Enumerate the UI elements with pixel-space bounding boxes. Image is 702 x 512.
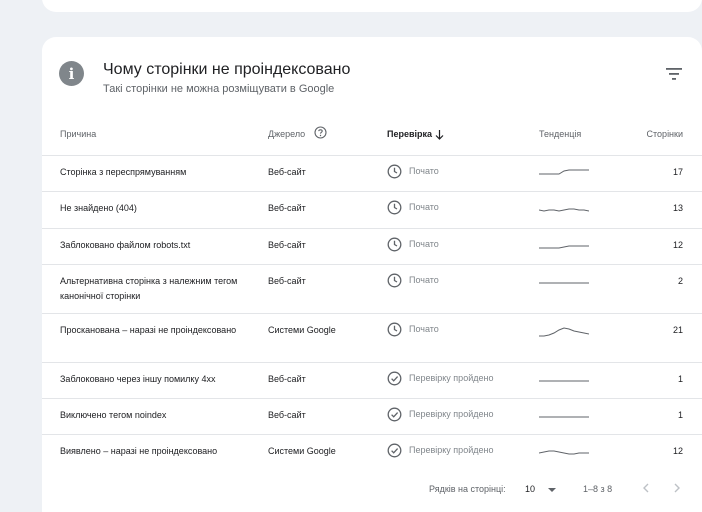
row-cause: Заблоковано через іншу помилку 4xx: [60, 374, 216, 384]
row-status: Почато: [387, 164, 439, 179]
table-row[interactable]: Сторінка з переспрямуванням Веб-сайт Почат…: [42, 155, 702, 191]
column-header-source[interactable]: Джерело: [268, 129, 305, 139]
column-header-trend: Тенденція: [539, 129, 582, 139]
column-header-pages[interactable]: Сторінки: [647, 129, 683, 139]
row-cause: Заблоковано файлом robots.txt: [60, 240, 191, 250]
info-icon: i: [59, 61, 84, 86]
row-status: Почато: [387, 237, 439, 252]
row-status: Почато: [387, 200, 439, 215]
trend-sparkline: [539, 450, 589, 455]
row-pages-count: 1: [677, 374, 683, 384]
help-circle-icon[interactable]: [314, 126, 327, 139]
table-row[interactable]: Виключено тегом noindex Веб-сайт Перевірку…: [42, 398, 702, 434]
rows-per-page-label: Рядків на сторінці:: [429, 484, 506, 494]
row-status: Перевірку пройдено: [387, 371, 493, 386]
row-source: Веб-сайт: [268, 240, 306, 250]
clock-icon: [387, 273, 409, 288]
check-circle-icon: [387, 407, 409, 422]
row-pages-count: 13: [672, 203, 683, 213]
clock-icon: [387, 200, 409, 215]
trend-sparkline: [539, 416, 589, 418]
trend-sparkline: [539, 282, 589, 284]
row-source: Веб-сайт: [268, 410, 306, 420]
column-header-validation[interactable]: Перевірка: [387, 129, 432, 139]
column-header-cause[interactable]: Причина: [60, 129, 96, 139]
row-status-label: Почато: [409, 324, 439, 334]
row-status-label: Почато: [409, 202, 439, 212]
clock-icon: [387, 237, 409, 252]
row-status-label: Перевірку пройдено: [409, 445, 494, 455]
chevron-left-icon[interactable]: [639, 481, 653, 495]
chevron-right-icon[interactable]: [670, 481, 684, 495]
clock-icon: [387, 164, 409, 179]
trend-sparkline: [539, 327, 589, 337]
table-row[interactable]: Альтернативна сторінка з належним тегом …: [42, 264, 702, 313]
row-status: Почато: [387, 322, 439, 337]
not-indexed-card: i Чому сторінки не проіндексовано Такі с…: [42, 37, 702, 512]
row-pages-count: 1: [677, 410, 683, 420]
trend-line: [539, 245, 589, 249]
trend-sparkline: [539, 245, 589, 249]
row-pages-count: 12: [672, 240, 683, 250]
row-status-label: Почато: [409, 275, 439, 285]
row-pages-count: 21: [672, 325, 683, 335]
row-source: Системи Google: [268, 325, 336, 335]
chevron-down-icon[interactable]: [548, 488, 556, 492]
check-circle-icon: [387, 371, 409, 386]
row-source: Веб-сайт: [268, 203, 306, 213]
trend-sparkline: [539, 380, 589, 382]
trend-sparkline: [539, 169, 589, 175]
table-row[interactable]: Виявлено – наразі не проіндексовано Систе…: [42, 434, 702, 471]
row-cause: Не знайдено (404): [60, 203, 137, 213]
card-title: Чому сторінки не проіндексовано: [103, 61, 351, 78]
filter-icon[interactable]: [666, 67, 682, 81]
row-status: Перевірку пройдено: [387, 443, 493, 458]
trend-sparkline: [539, 208, 589, 212]
clock-icon: [387, 322, 409, 337]
check-circle-icon: [387, 443, 409, 458]
row-pages-count: 17: [672, 167, 683, 177]
row-status-label: Почато: [409, 166, 439, 176]
row-pages-count: 2: [677, 276, 683, 286]
row-source: Системи Google: [268, 446, 336, 456]
row-cause: Альтернативна сторінка з належним тегом …: [60, 276, 238, 301]
pagination-range: 1–8 з 8: [583, 484, 613, 494]
row-source: Веб-сайт: [268, 374, 306, 384]
table-row[interactable]: Заблоковано через іншу помилку 4xx Веб-са…: [42, 362, 702, 398]
table-row[interactable]: Не знайдено (404) Веб-сайт Почато 13: [42, 191, 702, 228]
row-source: Веб-сайт: [268, 167, 306, 177]
arrow-down-icon[interactable]: [435, 129, 444, 140]
row-pages-count: 12: [672, 446, 683, 456]
trend-line: [539, 208, 589, 212]
table-row[interactable]: Просканована – наразі не проіндексовано С…: [42, 313, 702, 362]
table-row[interactable]: Заблоковано файлом robots.txt Веб-сайт Поч…: [42, 228, 702, 264]
rows-per-page-select[interactable]: 10: [525, 484, 565, 494]
trend-line: [539, 327, 589, 337]
row-cause: Просканована – наразі не проіндексовано: [60, 325, 237, 335]
trend-line: [539, 169, 589, 175]
row-status: Почато: [387, 273, 439, 288]
row-status-label: Перевірку пройдено: [409, 409, 494, 419]
row-status-label: Перевірку пройдено: [409, 373, 494, 383]
trend-line: [539, 450, 589, 455]
previous-card: [42, 0, 702, 12]
row-cause: Сторінка з переспрямуванням: [60, 167, 187, 177]
card-subtitle: Такі сторінки не можна розміщувати в Goo…: [103, 83, 335, 95]
row-status-label: Почато: [409, 239, 439, 249]
row-cause: Виключено тегом noindex: [60, 410, 167, 420]
row-cause: Виявлено – наразі не проіндексовано: [60, 446, 218, 456]
row-source: Веб-сайт: [268, 276, 306, 286]
row-status: Перевірку пройдено: [387, 407, 493, 422]
